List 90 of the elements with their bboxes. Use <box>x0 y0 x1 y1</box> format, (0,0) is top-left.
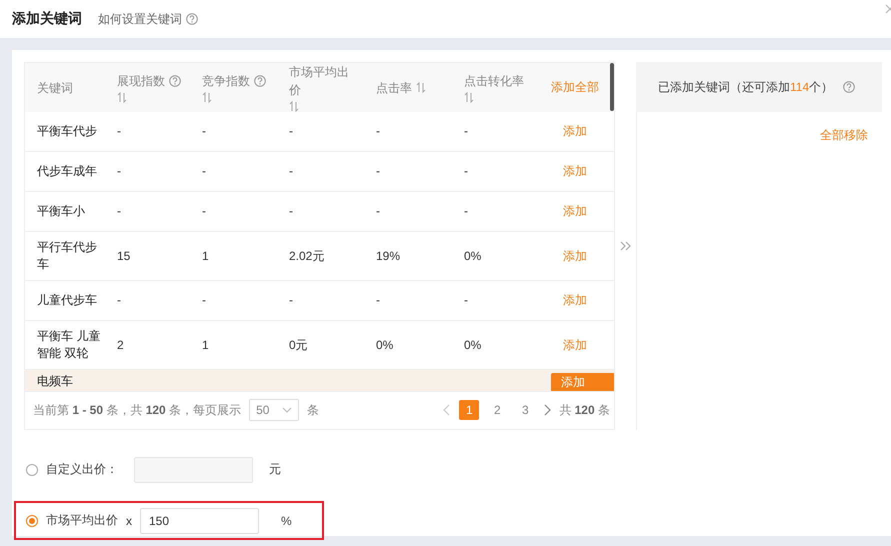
keyword-cell-text: 平衡车 儿童智能 双轮 <box>37 328 102 362</box>
table-cell: - <box>376 164 380 178</box>
help-icon[interactable] <box>186 13 198 25</box>
table-cell: - <box>117 204 121 218</box>
pagination-total: 共 120 条 <box>559 402 610 419</box>
table-cell: - <box>289 164 293 178</box>
table-cell: - <box>464 293 468 308</box>
unit-label: 元 <box>269 461 281 478</box>
keyword-cell-text: 儿童代步车 <box>37 292 98 310</box>
table-row[interactable]: 平衡车小 - - - - - 添加 <box>25 192 614 232</box>
table-cell: 2 <box>117 338 124 352</box>
table-cell: 19% <box>376 248 400 263</box>
table-cell: - <box>464 204 468 218</box>
chevron-down-icon <box>282 407 292 414</box>
sort-icon[interactable] <box>464 92 475 104</box>
page-button[interactable]: 1 <box>459 400 480 420</box>
column-header: 关键词 <box>37 80 73 97</box>
table-cell: 0% <box>464 338 482 352</box>
table-cell: - <box>289 124 293 138</box>
table-cell: 2.02元 <box>289 248 324 263</box>
option-label[interactable]: 自定义出价： <box>46 461 126 478</box>
table-cell: - <box>464 164 468 178</box>
column-header: 展现指数 <box>117 73 165 90</box>
table-cell: - <box>376 204 380 218</box>
add-button[interactable]: 添加 <box>563 292 614 310</box>
table-cell: - <box>376 124 380 138</box>
add-button[interactable]: 添加 <box>563 123 614 140</box>
double-chevron-icon[interactable] <box>620 241 632 251</box>
column-header: 竞争指数 <box>202 73 250 90</box>
keyword-cell-text: 代步车成年 <box>37 163 98 180</box>
unit-label: 条 <box>307 402 320 419</box>
scrollbar[interactable] <box>610 63 614 111</box>
column-header: 点击率 <box>376 80 412 97</box>
table-cell: - <box>117 164 121 178</box>
add-button[interactable]: 添加 <box>563 203 614 220</box>
table-cell: - <box>202 204 206 218</box>
table-cell: - <box>202 124 206 138</box>
keyword-cell-text: 平衡车小 <box>37 203 86 220</box>
pagination-summary: 当前第 1 - 50 条，共 120 条，每页展示 <box>33 402 242 419</box>
help-icon[interactable] <box>254 75 266 88</box>
keyword-cell-text: 平衡车代步 <box>37 123 98 140</box>
unit-label: % <box>281 514 292 528</box>
column-header: 点击转化率 <box>464 73 524 90</box>
help-icon[interactable] <box>169 75 181 88</box>
add-all-link[interactable]: 添加全部 <box>551 79 615 96</box>
keyword-cell-text: 平行车代步车 <box>37 239 98 274</box>
sort-icon[interactable] <box>289 101 300 112</box>
column-header: 市场平均出价 <box>289 64 350 100</box>
operator-label: x <box>126 514 132 528</box>
page-button[interactable]: 3 <box>515 400 536 420</box>
dialog-title: 添加关键词 <box>12 10 82 28</box>
table-cell: 0元 <box>289 338 308 352</box>
bid-input[interactable]: 150 <box>140 508 259 534</box>
add-button[interactable]: 添加 <box>551 373 614 391</box>
table-cell: 15 <box>117 248 130 263</box>
table-row[interactable]: 平行车代步车 15 1 2.02元 19% 0% 添加 <box>25 232 614 282</box>
add-button[interactable]: 添加 <box>563 248 614 265</box>
table-row[interactable]: 平衡车代步 - - - - - 添加 <box>25 112 614 152</box>
table-row[interactable]: 代步车成年 - - - - - 添加 <box>25 152 614 192</box>
option-label[interactable]: 市场平均出价 <box>46 512 118 529</box>
radio-button[interactable] <box>26 464 38 476</box>
radio-button[interactable] <box>26 514 38 526</box>
previous-page-icon[interactable] <box>443 404 452 416</box>
table-cell: - <box>202 164 206 178</box>
table-cell: - <box>289 204 293 218</box>
help-link[interactable]: 如何设置关键词 <box>98 10 182 28</box>
table-cell: 0% <box>464 248 482 263</box>
added-keywords-title: 已添加关键词（还可添加114个） <box>658 78 834 96</box>
keyword-cell-text: 电频车 <box>37 373 74 390</box>
table-cell: - <box>117 293 121 308</box>
table-cell: - <box>464 124 468 138</box>
table-cell: - <box>117 124 121 138</box>
table-cell: 1 <box>202 248 209 263</box>
table-cell: 0% <box>376 338 394 352</box>
sort-icon[interactable] <box>117 92 128 104</box>
table-cell: - <box>202 293 206 308</box>
table-cell: - <box>289 293 293 308</box>
table-cell: 1 <box>202 338 209 352</box>
help-icon[interactable] <box>843 81 856 93</box>
page-size-select[interactable]: 50 <box>249 399 300 422</box>
next-page-icon[interactable] <box>543 404 552 416</box>
table-cell: - <box>376 293 380 308</box>
sort-icon[interactable] <box>202 92 213 104</box>
remove-all-link[interactable]: 全部移除 <box>820 127 868 144</box>
table-row[interactable]: 电频车 添加 <box>25 370 614 391</box>
add-button[interactable]: 添加 <box>563 163 614 180</box>
add-button[interactable]: 添加 <box>563 336 614 354</box>
page-button[interactable]: 2 <box>487 400 508 420</box>
table-row[interactable]: 儿童代步车 - - - - - 添加 <box>25 281 614 322</box>
sort-icon[interactable] <box>416 82 427 94</box>
